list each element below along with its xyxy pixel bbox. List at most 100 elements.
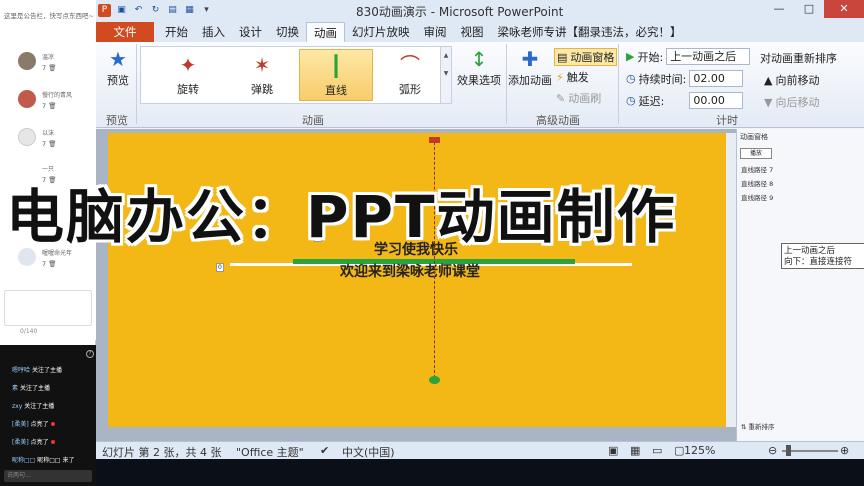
- trash-icon[interactable]: 🗑: [48, 140, 56, 148]
- avatar: [18, 52, 36, 70]
- zoom-slider-knob[interactable]: [786, 445, 791, 456]
- theme-name[interactable]: "Office 主题": [236, 444, 304, 460]
- spin-star-icon: ✦: [179, 53, 197, 77]
- undo-icon[interactable]: ↶: [132, 4, 145, 17]
- animation-list-item[interactable]: 直线路径 9: [737, 190, 864, 204]
- chat-user-row[interactable]: 以沫 7 🗑: [18, 128, 94, 156]
- move-earlier-button[interactable]: ▲ 向前移动: [764, 72, 819, 88]
- trash-icon[interactable]: 🗑: [48, 260, 56, 268]
- danmu-item: zxy 关注了主播: [12, 403, 55, 410]
- effect-options-label: 效果选项: [457, 74, 501, 87]
- tab-review[interactable]: 审阅: [417, 22, 454, 42]
- trash-icon[interactable]: 🗑: [48, 102, 56, 110]
- normal-view-icon[interactable]: ▣: [608, 444, 618, 457]
- effect-options-button[interactable]: ↕ 效果选项: [456, 46, 502, 88]
- animation-arc[interactable]: ⌒ 弧形: [373, 49, 447, 101]
- delay-stepper[interactable]: 00.00: [689, 92, 744, 109]
- chat-user-row[interactable]: 慢行的青风 7 🗑: [18, 90, 94, 118]
- tab-view[interactable]: 视图: [454, 22, 491, 42]
- slideshow-view-icon[interactable]: ▢: [674, 444, 684, 457]
- animation-bounce[interactable]: ✶ 弹跳: [225, 49, 299, 101]
- tab-animations[interactable]: 动画: [306, 22, 345, 42]
- tab-home[interactable]: 开始: [158, 22, 195, 42]
- redo-icon[interactable]: ↻: [149, 4, 162, 17]
- help-icon[interactable]: ?: [86, 350, 94, 358]
- danmu-input[interactable]: 说两句...: [4, 470, 92, 482]
- desktop-taskbar: [96, 459, 864, 486]
- lightning-icon: ⚡: [556, 70, 564, 84]
- reorder-control[interactable]: ⇅ 重新排序: [741, 421, 775, 431]
- add-animation-button[interactable]: ✚ 添加动画: [508, 46, 552, 88]
- move-later-button[interactable]: ▼ 向后移动: [764, 94, 819, 110]
- animation-pane-button[interactable]: ▤ 动画窗格: [554, 48, 618, 66]
- trash-icon[interactable]: 🗑: [48, 64, 56, 72]
- tab-design[interactable]: 设计: [232, 22, 269, 42]
- animation-painter-button[interactable]: ✎ 动画刷: [556, 90, 601, 106]
- group-label-advanced: 高级动画: [536, 114, 580, 127]
- add-animation-label: 添加动画: [508, 74, 552, 87]
- animation-list-item[interactable]: 直线路径 7: [737, 162, 864, 176]
- chat-user-row[interactable]: 温凉 7 🗑: [18, 52, 94, 80]
- pane-play-button[interactable]: 播放: [740, 148, 772, 159]
- animation-tag[interactable]: 0: [216, 263, 224, 272]
- tab-custom-teacher[interactable]: 梁咏老师专讲【翻录违法，必究！】: [491, 22, 689, 42]
- status-bar: 幻灯片 第 2 张，共 4 张 "Office 主题" ✔ 中文(中国) ▣ ▦…: [96, 441, 864, 459]
- brush-icon: ✎: [556, 91, 566, 105]
- zoom-in-icon[interactable]: ⊕: [840, 444, 849, 457]
- bounce-star-icon: ✶: [253, 53, 271, 77]
- motion-path-end-marker[interactable]: [429, 376, 440, 384]
- delay-label: 延迟:: [638, 94, 665, 108]
- tab-slideshow[interactable]: 幻灯片放映: [345, 22, 417, 42]
- line-path-icon: ┃: [329, 54, 343, 78]
- window-controls: — □ ✕: [764, 0, 864, 18]
- up-arrow-icon: ▲: [764, 73, 773, 87]
- animation-tooltip: 上一动画之后 向下：直接连接符: [781, 243, 864, 269]
- danmu-item: 素 关注了主播: [12, 385, 50, 392]
- animation-label: 弹跳: [251, 83, 273, 96]
- chat-input[interactable]: [4, 290, 92, 326]
- animation-label: 直线: [325, 84, 347, 97]
- preview-label: 预览: [107, 74, 129, 87]
- spellcheck-icon[interactable]: ✔: [320, 444, 329, 457]
- like-count: 7 🗑: [42, 64, 57, 72]
- duration-label: 持续时间:: [638, 72, 687, 86]
- print-icon[interactable]: ▤: [166, 4, 179, 17]
- quick-access-toolbar: P ▣ ↶ ↻ ▤ ▦ ▾: [98, 2, 213, 18]
- motion-path-start-marker[interactable]: [429, 137, 440, 143]
- group-label-timing: 计时: [716, 114, 738, 127]
- minimize-button[interactable]: —: [764, 0, 794, 18]
- animation-list-item[interactable]: 直线路径 8: [737, 176, 864, 190]
- tab-file[interactable]: 文件: [96, 22, 154, 42]
- arc-path-icon: ⌒: [400, 53, 420, 77]
- reorder-label: 重新排序: [748, 423, 775, 431]
- gallery-scroll[interactable]: ▲ ▼: [440, 46, 452, 104]
- zoom-out-icon[interactable]: ⊖: [768, 444, 777, 457]
- powerpoint-logo-icon[interactable]: P: [98, 3, 111, 17]
- animation-label: 弧形: [399, 83, 421, 96]
- reading-view-icon[interactable]: ▭: [652, 444, 662, 457]
- table-icon[interactable]: ▦: [183, 4, 196, 17]
- like-count: 7 🗑: [42, 140, 57, 148]
- slide-text-line2[interactable]: 欢迎来到梁咏老师课堂: [340, 261, 480, 281]
- animation-pane-title: 动画窗格: [740, 133, 768, 141]
- start-select[interactable]: 上一动画之后: [666, 48, 751, 65]
- tab-transitions[interactable]: 切换: [269, 22, 306, 42]
- group-label-preview: 预览: [106, 114, 128, 127]
- danmu-item: [柔美] 点亮了: [12, 419, 55, 428]
- trigger-button[interactable]: ⚡ 触发: [556, 69, 589, 85]
- animation-spin[interactable]: ✦ 旋转: [151, 49, 225, 101]
- customize-dropdown-icon[interactable]: ▾: [200, 4, 213, 17]
- zoom-level[interactable]: 125%: [684, 444, 715, 457]
- vertical-scrollbar[interactable]: [726, 133, 736, 427]
- tab-insert[interactable]: 插入: [195, 22, 232, 42]
- slide-sorter-icon[interactable]: ▦: [630, 444, 640, 457]
- close-button[interactable]: ✕: [824, 0, 864, 18]
- clock-icon: ◷: [626, 72, 636, 85]
- preview-button[interactable]: ★ 预览: [102, 46, 134, 88]
- tooltip-line: 向下：直接连接符: [784, 257, 853, 267]
- duration-stepper[interactable]: 02.00: [689, 70, 744, 87]
- save-icon[interactable]: ▣: [115, 4, 128, 17]
- maximize-button[interactable]: □: [794, 0, 824, 18]
- language-indicator[interactable]: 中文(中国): [342, 444, 395, 460]
- animation-line[interactable]: ┃ 直线: [299, 49, 373, 101]
